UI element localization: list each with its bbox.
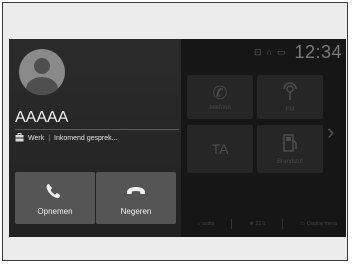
contact-category-icon	[15, 133, 24, 144]
phone-hangup-icon	[127, 186, 145, 194]
divider	[231, 219, 233, 229]
caller-avatar	[19, 49, 65, 95]
audio-icon: ♪	[197, 221, 201, 227]
decline-call-label: Negeren	[120, 206, 152, 216]
call-info: Werk | Inkomend gesprek...	[15, 133, 117, 144]
incoming-call-panel: AAAAA Werk | Inkomend gesprek... Opnemen…	[9, 39, 181, 237]
bottom-temp[interactable]: ❄ 22.0	[249, 221, 265, 227]
divider	[282, 219, 284, 229]
phone-icon: ✆	[212, 83, 228, 103]
accept-call-label: Opnemen	[37, 206, 73, 216]
tile-ta[interactable]: TA	[187, 125, 253, 173]
info-separator: |	[48, 135, 51, 142]
call-status: Inkomend gesprek...	[54, 135, 118, 142]
clock: 12:34	[294, 41, 342, 62]
phone-answer-icon	[46, 183, 60, 198]
chevron-right-icon[interactable]: ›	[327, 119, 334, 145]
tile-phone[interactable]: ✆ telefoon	[187, 75, 253, 119]
bottom-audio[interactable]: ♪ audio	[198, 221, 215, 227]
traffic-announcement-icon: TA	[211, 141, 229, 157]
tile-fm[interactable]: FM	[257, 75, 323, 119]
bottom-temp-label: 22.0	[255, 221, 266, 227]
caller-name: AAAAA	[15, 109, 69, 126]
tile-fuel[interactable]: Brandstof	[257, 125, 323, 173]
bottom-display[interactable]: ▭ Display menu	[300, 221, 337, 227]
caller-divider	[15, 129, 179, 130]
temp-icon: ❄	[249, 221, 254, 227]
avatar-shoulders	[26, 77, 58, 95]
status-bar: ⊡ ∩ ▭ 12:34	[179, 39, 346, 65]
antenna-icon	[281, 81, 299, 105]
fuel-icon	[281, 133, 299, 157]
tile-fm-label: FM	[285, 107, 295, 113]
decline-call-button[interactable]: Negeren	[96, 172, 176, 224]
display-icon: ▭	[300, 221, 306, 227]
status-icons: ⊡ ∩ ▭	[253, 46, 287, 57]
bottom-bar: ♪ audio ❄ 22.0 ▭ Display menu	[189, 213, 346, 235]
bottom-audio-label: audio	[202, 221, 215, 227]
tile-phone-label: telefoon	[209, 105, 231, 111]
infotainment-screen: ⊡ ∩ ▭ 12:34 ✆ telefoon FM TA Brandstof ›…	[9, 39, 346, 237]
manual-illustration-frame: ⊡ ∩ ▭ 12:34 ✆ telefoon FM TA Brandstof ›…	[2, 2, 348, 261]
bottom-display-label: Display menu	[307, 221, 338, 227]
accept-call-button[interactable]: Opnemen	[15, 172, 95, 224]
contact-category: Werk	[28, 135, 45, 142]
avatar-head	[34, 58, 50, 74]
tile-fuel-label: Brandstof	[277, 159, 303, 165]
